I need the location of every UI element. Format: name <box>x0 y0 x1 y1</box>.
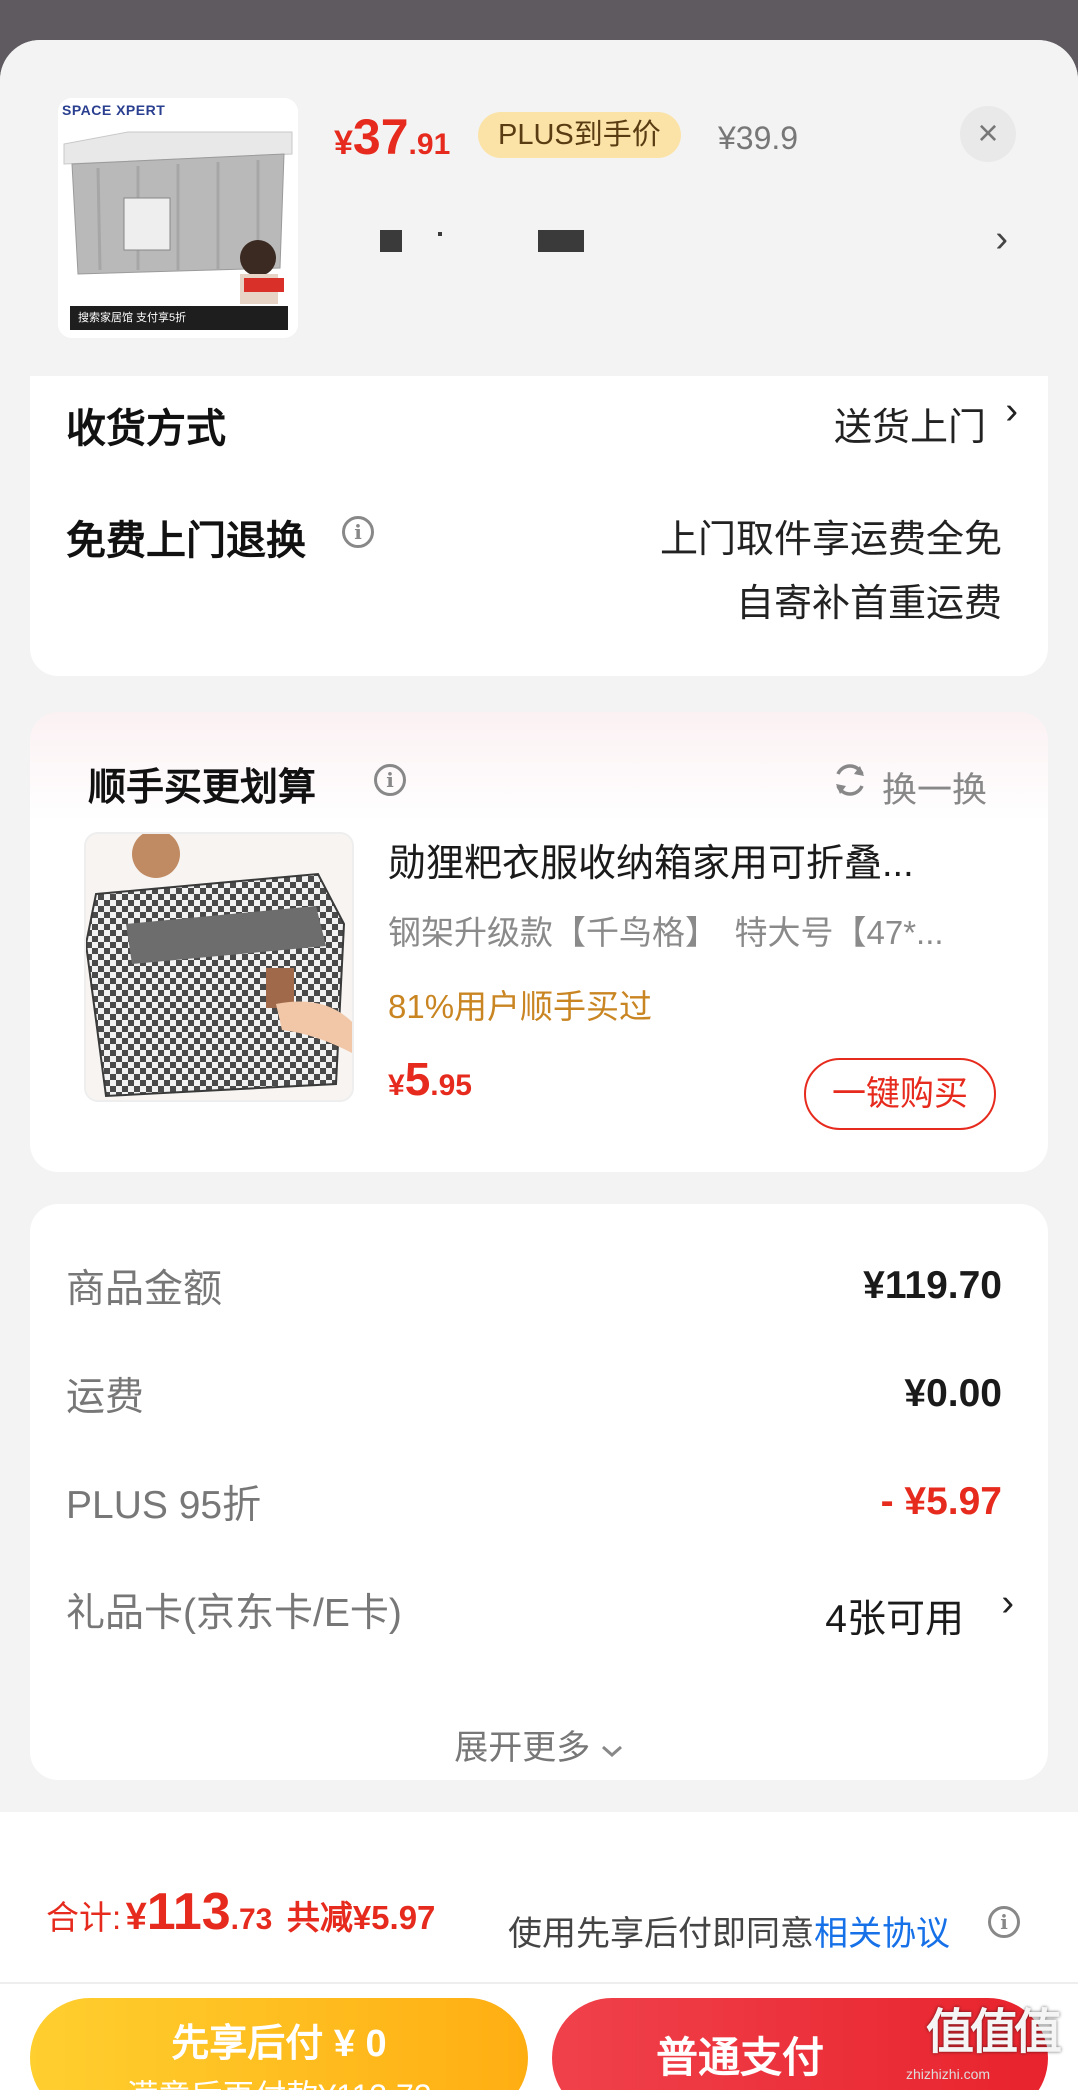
total-label: 合计: <box>46 1899 122 1936</box>
total-discount: 共减¥5.97 <box>286 1899 436 1936</box>
expand-more-label: 展开更多 <box>454 1729 591 1767</box>
price-integer: 37 <box>352 109 409 165</box>
gift-card-value[interactable]: 4张可用 <box>825 1588 964 1644</box>
price-symbol: ¥ <box>334 124 353 162</box>
pay-later-title: 先享后付 ¥ 0 <box>171 2023 387 2065</box>
spec-redacted-dot <box>438 232 442 236</box>
recommend-item-spec: 钢架升级款【千鸟格】 特大号【47*... <box>388 914 944 951</box>
close-icon[interactable]: × <box>960 106 1016 162</box>
agreement-text: 使用先享后付即同意相关协议 <box>508 1906 950 1955</box>
goods-amount-value: ¥119.70 <box>863 1264 1002 1307</box>
chevron-right-icon[interactable]: › <box>1001 1582 1014 1625</box>
free-return-label: 免费上门退换 <box>66 519 306 563</box>
delivery-method-value[interactable]: 送货上门 <box>834 396 986 451</box>
delivery-method-label: 收货方式 <box>66 407 226 451</box>
site-watermark-url: zhizhizhi.com <box>906 2066 991 2082</box>
total-decimal: .73 <box>230 1903 273 1936</box>
shipping-label: 运费 <box>66 1376 145 1419</box>
free-return-line1: 上门取件享运费全免 <box>659 519 1002 561</box>
price-summary-card: 商品金额 ¥119.70 运费 ¥0.00 PLUS 95折 - ¥5.97 礼… <box>30 1204 1048 1780</box>
pay-later-button[interactable]: 先享后付 ¥ 0 满意后再付款¥113.73 <box>30 1998 528 2090</box>
free-return-line2: 自寄补首重运费 <box>735 583 1002 625</box>
recommend-item-price: ¥5.95 <box>388 1052 472 1106</box>
gift-card-label: 礼品卡(京东卡/E卡) <box>66 1592 402 1635</box>
price-decimal: .91 <box>408 128 451 161</box>
recommend-item-title[interactable]: 勋狸粑衣服收纳箱家用可折叠... <box>388 832 1008 887</box>
checkout-bar: 合计: ¥113.73 共减¥5.97 使用先享后付即同意相关协议 i 先享后付… <box>0 1812 1078 2090</box>
product-header: SPACE XPERT 搜索家居馆 支付享5折 ¥37.91 PLUS到手价 ¥… <box>0 40 1078 376</box>
spec-redacted-block <box>380 230 402 252</box>
chevron-right-icon[interactable]: › <box>1005 390 1018 433</box>
agreement-link[interactable]: 相关协议 <box>814 1915 950 1953</box>
chevron-down-icon <box>601 1745 622 1758</box>
price-decimal: .95 <box>430 1069 472 1102</box>
info-icon[interactable]: i <box>988 1906 1020 1938</box>
pay-later-subtitle: 满意后再付款¥113.73 <box>30 2071 528 2090</box>
info-icon[interactable]: i <box>374 764 406 796</box>
total-amount: 合计: ¥113.73 共减¥5.97 <box>46 1882 435 1942</box>
swap-button[interactable]: 换一换 <box>882 762 987 813</box>
total-symbol: ¥ <box>125 1896 147 1938</box>
recommend-thumbnail[interactable] <box>84 832 354 1102</box>
plus-price-badge: PLUS到手价 <box>478 112 681 158</box>
agreement-prefix: 使用先享后付即同意 <box>508 1915 814 1953</box>
original-price: ¥39.9 <box>718 120 799 156</box>
spec-redacted-block <box>538 230 584 252</box>
delivery-card: 收货方式 送货上门 › 免费上门退换 i 上门取件享运费全免 自寄补首重运费 <box>30 376 1048 676</box>
spec-selector[interactable]: › <box>380 218 1020 268</box>
divider <box>0 1982 1078 1984</box>
info-icon[interactable]: i <box>342 516 374 548</box>
goods-amount-label: 商品金额 <box>66 1268 223 1311</box>
expand-more-button[interactable]: 展开更多 <box>30 1720 1048 1769</box>
price-symbol: ¥ <box>388 1069 405 1102</box>
checkout-sheet: SPACE XPERT 搜索家居馆 支付享5折 ¥37.91 PLUS到手价 ¥… <box>0 40 1078 2090</box>
storage-box-image <box>58 98 298 338</box>
current-price: ¥37.91 <box>334 108 450 166</box>
price-integer: 5 <box>404 1053 431 1105</box>
plus-discount-value: - ¥5.97 <box>880 1480 1002 1523</box>
chevron-right-icon: › <box>995 218 1008 260</box>
one-click-buy-button[interactable]: 一键购买 <box>804 1058 996 1130</box>
recommend-card: 顺手买更划算 i 换一换 勋狸粑衣服收纳箱家用可折叠... 钢架升级款【千鸟格】… <box>30 712 1048 1172</box>
thumb-promo-strip: 搜索家居馆 支付享5折 <box>70 306 288 330</box>
total-integer: 113 <box>146 1883 231 1941</box>
plus-discount-label: PLUS 95折 <box>66 1484 262 1527</box>
brand-logo: SPACE XPERT <box>62 102 166 118</box>
recommend-title: 顺手买更划算 <box>88 767 317 809</box>
recommend-item-stat: 81%用户顺手买过 <box>388 988 653 1025</box>
storage-basket-image <box>86 834 352 1100</box>
site-watermark: 值值值 <box>926 2006 1062 2059</box>
shipping-value: ¥0.00 <box>904 1372 1002 1415</box>
product-thumbnail[interactable]: SPACE XPERT 搜索家居馆 支付享5折 <box>58 98 298 338</box>
refresh-icon[interactable] <box>830 760 870 800</box>
